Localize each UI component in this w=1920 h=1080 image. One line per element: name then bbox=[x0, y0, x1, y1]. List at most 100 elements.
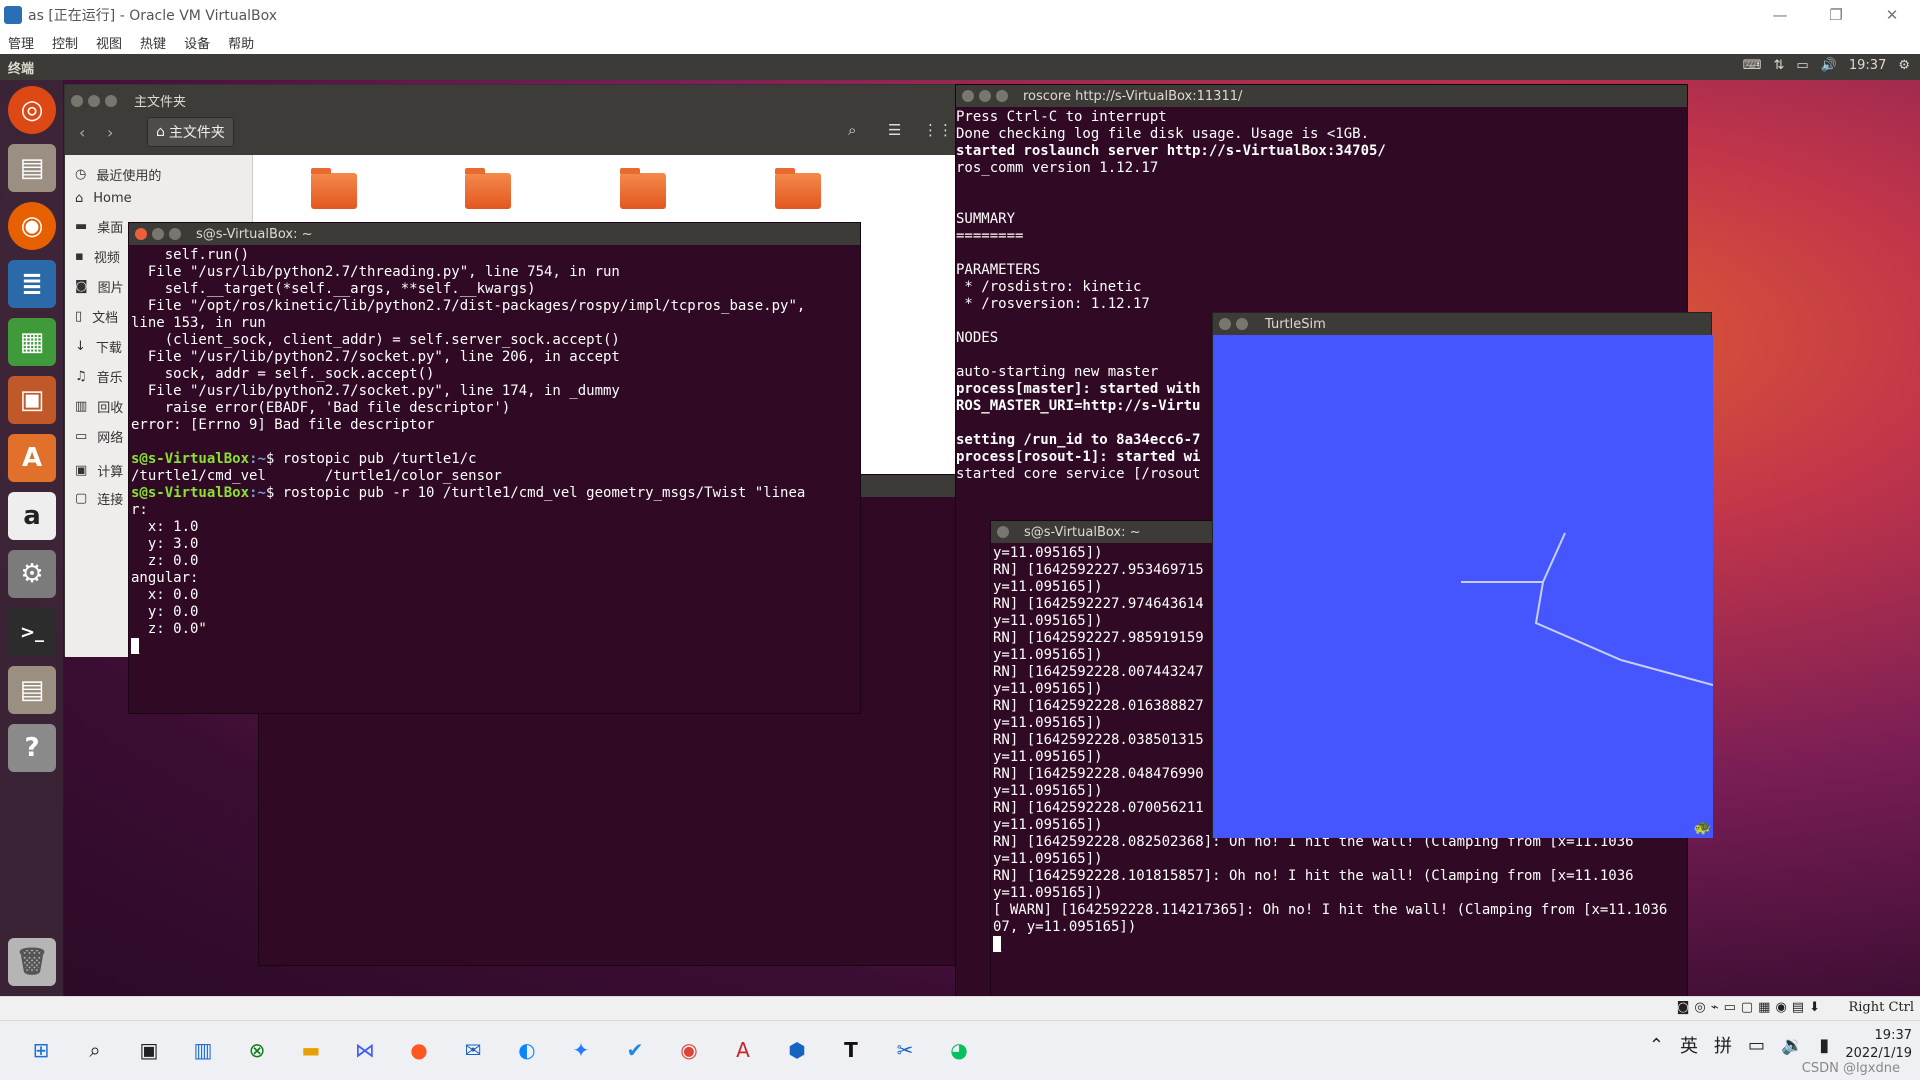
status-device-icons: ◙ ◎ ⌁ ▭ ▢ ▦ ◉ ▤ ⬇ bbox=[1677, 1000, 1820, 1015]
impress-icon[interactable]: ▣ bbox=[8, 376, 56, 424]
search-icon[interactable]: ⌕ bbox=[78, 1033, 112, 1067]
menu-manage[interactable]: 管理 bbox=[8, 33, 34, 52]
typora-icon[interactable]: T bbox=[834, 1033, 868, 1067]
close-dot-icon[interactable] bbox=[71, 94, 83, 107]
folder-icon[interactable] bbox=[311, 168, 357, 209]
start-icon[interactable]: ⊞ bbox=[24, 1033, 58, 1067]
network-icon[interactable]: ⇅ bbox=[1773, 58, 1784, 73]
grid-view-icon[interactable]: ⋮⋮ bbox=[923, 121, 953, 139]
sidebar-item-connect[interactable]: ▢ 连接 bbox=[75, 489, 123, 508]
sidebar-item-videos[interactable]: ▪ 视频 bbox=[75, 247, 120, 266]
menu-help[interactable]: 帮助 bbox=[228, 33, 254, 52]
sidebar-item-network[interactable]: ▭ 网络 bbox=[75, 427, 123, 446]
display-icon[interactable]: ▭ bbox=[1748, 1035, 1765, 1056]
maximize-dot-icon[interactable] bbox=[105, 94, 117, 107]
writer-icon[interactable]: ≣ bbox=[8, 260, 56, 308]
path-home-button[interactable]: ⌂ 主文件夹 bbox=[147, 117, 234, 147]
terminal-icon[interactable]: >_ bbox=[8, 608, 56, 656]
sidebar-item-music[interactable]: ♫ 音乐 bbox=[75, 367, 123, 386]
forward-arrow-icon[interactable]: › bbox=[107, 123, 113, 142]
language-indicator[interactable]: 英 bbox=[1680, 1032, 1698, 1058]
close-button[interactable]: ✕ bbox=[1864, 0, 1920, 30]
sidebar-item-home[interactable]: ⌂ Home bbox=[75, 191, 132, 206]
wechat-icon[interactable]: ◕ bbox=[942, 1033, 976, 1067]
system-settings-icon[interactable]: ⚙ bbox=[8, 550, 56, 598]
snipping-tool-icon[interactable]: ✂ bbox=[888, 1033, 922, 1067]
sidebar-item-documents[interactable]: ▯ 文档 bbox=[75, 307, 118, 326]
menu-control[interactable]: 控制 bbox=[52, 33, 78, 52]
acrobat-icon[interactable]: A bbox=[726, 1033, 760, 1067]
turtlesim-window: TurtleSim 🐢 bbox=[1212, 312, 1714, 838]
user-folder-icon[interactable] bbox=[775, 168, 821, 209]
volume-icon[interactable]: 🔊 bbox=[1821, 58, 1837, 73]
help-icon[interactable]: ? bbox=[8, 724, 56, 772]
minimize-dot-icon[interactable] bbox=[88, 94, 100, 107]
main-terminal-title: s@s-VirtualBox: ~ bbox=[196, 226, 313, 242]
trash-icon: ▥ bbox=[75, 399, 88, 414]
cd-icon[interactable]: ◎ bbox=[1694, 1000, 1705, 1015]
file-explorer-icon[interactable]: ▬ bbox=[294, 1033, 328, 1067]
maximize-dot-icon[interactable] bbox=[997, 526, 1009, 538]
shared-folder-icon[interactable]: ▭ bbox=[1724, 1000, 1736, 1015]
ubuntu-dash-icon[interactable]: ◎ bbox=[8, 86, 56, 134]
menu-devices[interactable]: 设备 bbox=[184, 33, 210, 52]
menu-hotkey[interactable]: 热键 bbox=[140, 33, 166, 52]
minimize-dot-icon[interactable] bbox=[152, 228, 164, 240]
minimize-dot-icon[interactable] bbox=[1236, 318, 1248, 330]
widgets-icon[interactable]: ▥ bbox=[186, 1033, 220, 1067]
close-dot-icon[interactable] bbox=[135, 228, 147, 240]
back-arrow-icon[interactable]: ‹ bbox=[79, 123, 85, 142]
sidebar-item-desktop[interactable]: ▬ 桌面 bbox=[75, 217, 123, 236]
folder-icon[interactable] bbox=[465, 168, 511, 209]
files-icon-2[interactable]: ▤ bbox=[8, 666, 56, 714]
mouse-integration-icon[interactable]: ⬇ bbox=[1809, 1000, 1820, 1015]
settings-gear-icon[interactable]: ⚙ bbox=[1898, 58, 1910, 73]
edge-icon[interactable]: ◐ bbox=[510, 1033, 544, 1067]
chrome-icon[interactable]: ◉ bbox=[672, 1033, 706, 1067]
minimize-button[interactable]: — bbox=[1752, 0, 1808, 30]
hdd-icon[interactable]: ◙ bbox=[1677, 1000, 1690, 1015]
calc-icon[interactable]: ▦ bbox=[8, 318, 56, 366]
task-view-icon[interactable]: ▣ bbox=[132, 1033, 166, 1067]
trash-icon[interactable]: 🗑 bbox=[8, 938, 56, 986]
list-view-icon[interactable]: ☰ bbox=[888, 121, 901, 139]
sidebar-item-downloads[interactable]: ↓ 下载 bbox=[75, 337, 122, 356]
amazon-icon[interactable]: a bbox=[8, 492, 56, 540]
virtualbox-icon[interactable]: ⬢ bbox=[780, 1033, 814, 1067]
guest-clock[interactable]: 19:37 bbox=[1849, 58, 1886, 73]
usb-icon[interactable]: ⌁ bbox=[1711, 1000, 1719, 1015]
battery-icon[interactable]: ▮ bbox=[1819, 1035, 1829, 1056]
xbox-icon[interactable]: ⊗ bbox=[240, 1033, 274, 1067]
maximize-dot-icon[interactable] bbox=[996, 90, 1008, 102]
maps-icon[interactable]: ● bbox=[402, 1033, 436, 1067]
todo-icon[interactable]: ✔ bbox=[618, 1033, 652, 1067]
display-icon[interactable]: ▢ bbox=[1741, 1000, 1753, 1015]
visual-studio-icon[interactable]: ⋈ bbox=[348, 1033, 382, 1067]
feishu-icon[interactable]: ✦ bbox=[564, 1033, 598, 1067]
search-icon[interactable]: ⌕ bbox=[848, 121, 856, 139]
software-center-icon[interactable]: A bbox=[8, 434, 56, 482]
close-dot-icon[interactable] bbox=[1219, 318, 1231, 330]
chevron-up-icon[interactable]: ⌃ bbox=[1649, 1035, 1664, 1056]
sidebar-item-trash[interactable]: ▥ 回收 bbox=[75, 397, 123, 416]
restore-button[interactable]: ❐ bbox=[1808, 0, 1864, 30]
sidebar-item-recent[interactable]: ◷ 最近使用的 bbox=[75, 165, 161, 184]
cpu-icon[interactable]: ▤ bbox=[1792, 1000, 1804, 1015]
ime-indicator[interactable]: 拼 bbox=[1714, 1032, 1732, 1058]
sidebar-item-pictures[interactable]: ◙ 图片 bbox=[75, 277, 124, 296]
sidebar-item-computer[interactable]: ▣ 计算 bbox=[75, 461, 123, 480]
keyboard-icon[interactable]: ⌨ bbox=[1743, 58, 1762, 73]
battery-icon[interactable]: ▭ bbox=[1796, 58, 1808, 73]
recording-icon[interactable]: ◉ bbox=[1775, 1000, 1786, 1015]
firefox-icon[interactable]: ◉ bbox=[8, 202, 56, 250]
speaker-icon[interactable]: 🔉 bbox=[1781, 1035, 1803, 1056]
mail-icon[interactable]: ✉ bbox=[456, 1033, 490, 1067]
files-icon[interactable]: ▤ bbox=[8, 144, 56, 192]
menu-view[interactable]: 视图 bbox=[96, 33, 122, 52]
network-adapter-icon[interactable]: ▦ bbox=[1758, 1000, 1770, 1015]
close-dot-icon[interactable] bbox=[962, 90, 974, 102]
maximize-dot-icon[interactable] bbox=[169, 228, 181, 240]
folder-icon[interactable] bbox=[620, 168, 666, 209]
minimize-dot-icon[interactable] bbox=[979, 90, 991, 102]
taskbar-clock[interactable]: 19:37 2022/1/19 bbox=[1845, 1027, 1912, 1063]
